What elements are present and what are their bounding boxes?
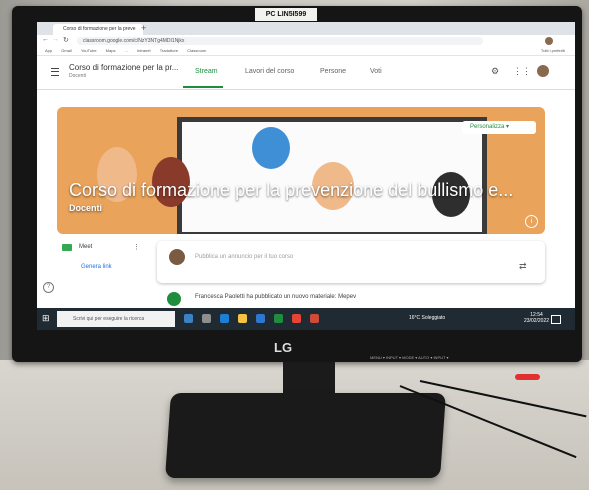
bookmark-item[interactable]: Classroom: [187, 48, 206, 53]
task-view-icon[interactable]: [184, 314, 193, 323]
monitor-logo: LG: [274, 340, 293, 355]
stream-item[interactable]: Francesca Paoletti ha pubblicato un nuov…: [167, 292, 547, 308]
menu-icon[interactable]: [51, 68, 59, 76]
edge-icon[interactable]: [220, 314, 229, 323]
taskbar-app-icon[interactable]: [310, 314, 319, 323]
material-icon: [167, 292, 181, 306]
tab-grades[interactable]: Voti: [370, 68, 382, 75]
announcement-composer[interactable]: Pubblica un annuncio per il tuo corso ⇄: [157, 241, 545, 283]
back-icon[interactable]: ←: [42, 36, 49, 43]
customize-button[interactable]: Personalizza ▾: [462, 121, 536, 134]
reload-icon[interactable]: ↻: [63, 36, 69, 44]
browser-tab[interactable]: Corso di formazione per la preve: [53, 24, 143, 35]
meet-icon: [62, 244, 72, 251]
stream-item-text: Francesca Paoletti ha pubblicato un nuov…: [195, 294, 357, 300]
taskbar-app-icon[interactable]: [202, 314, 211, 323]
asset-sticker: PC LIN5I599: [255, 8, 317, 21]
tab-people[interactable]: Persone: [320, 68, 346, 75]
weather-widget[interactable]: 16°C Soleggiato: [409, 315, 445, 321]
bookmark-item[interactable]: Intranet: [137, 48, 151, 53]
bookmark-item[interactable]: Maps: [106, 48, 116, 53]
customize-label: Personalizza: [470, 124, 505, 130]
tab-classwork[interactable]: Lavori del corso: [245, 68, 294, 75]
monitor-screen: Corso di formazione per la preve + ← → ↻…: [37, 22, 575, 330]
apps-grid-icon[interactable]: ⋮⋮: [513, 65, 531, 77]
taskbar-clock[interactable]: 12:54 23/02/2022: [524, 312, 549, 324]
help-icon[interactable]: ?: [43, 282, 54, 293]
notification-icon[interactable]: [551, 315, 561, 324]
announcement-placeholder[interactable]: Pubblica un annuncio per il tuo corso: [195, 254, 293, 260]
more-options-icon[interactable]: ⋮: [133, 243, 140, 251]
classroom-header: Corso di formazione per la pr... Docenti…: [37, 56, 575, 90]
bookmark-item[interactable]: App: [45, 48, 52, 53]
bookmarks-bar: App Gmail YouTube Maps ... Intranet Trad…: [37, 47, 575, 56]
address-bar[interactable]: classroom.google.com/c/NzY3NTg4MDI1Njkx: [77, 37, 483, 45]
bookmark-item[interactable]: Gmail: [61, 48, 71, 53]
chrome-icon[interactable]: [292, 314, 301, 323]
monitor-stand-base: [165, 393, 446, 478]
browser-tabstrip: Corso di formazione per la preve +: [37, 22, 575, 35]
banner-subtitle: Docenti: [69, 203, 103, 213]
new-tab-icon[interactable]: +: [141, 23, 146, 33]
bookmark-item[interactable]: Tutti i preferiti: [541, 47, 565, 55]
monitor-controls: MENU ▾ INPUT ▾ MODE ▾ AUTO ▾ INPUT ▾: [370, 355, 449, 360]
classroom-icon[interactable]: [274, 314, 283, 323]
file-explorer-icon[interactable]: [238, 314, 247, 323]
info-icon[interactable]: i: [525, 215, 538, 228]
profile-avatar-icon[interactable]: [545, 37, 553, 45]
clock-date: 23/02/2022: [524, 318, 550, 324]
repost-icon[interactable]: ⇄: [519, 261, 527, 272]
bookmark-item[interactable]: ...: [125, 48, 128, 53]
windows-start-icon[interactable]: ⊞: [42, 314, 51, 323]
avatar: [169, 249, 185, 265]
generate-link-button[interactable]: Genera link: [81, 264, 112, 270]
store-icon[interactable]: [256, 314, 265, 323]
windows-taskbar: ⊞ Scrivi qui per eseguire la ricerca 16°…: [37, 308, 575, 330]
tab-stream[interactable]: Stream: [195, 68, 218, 75]
class-title[interactable]: Corso di formazione per la pr...: [69, 63, 179, 72]
forward-icon[interactable]: →: [52, 36, 59, 43]
bookmark-item[interactable]: Traduttore: [160, 48, 178, 53]
avatar[interactable]: [537, 65, 549, 77]
meet-card: Meet ⋮ Genera link: [57, 241, 149, 277]
banner-title: Corso di formazione per la prevenzione d…: [69, 180, 514, 200]
active-tab-indicator: [183, 86, 223, 88]
class-banner: Personalizza ▾ Corso di formazione per l…: [57, 107, 545, 234]
bookmark-item[interactable]: YouTube: [81, 48, 97, 53]
browser-toolbar: ← → ↻ classroom.google.com/c/NzY3NTg4MDI…: [37, 35, 575, 47]
meet-label: Meet: [79, 244, 93, 250]
red-led-light: [515, 374, 540, 380]
gear-icon[interactable]: ⚙: [489, 65, 501, 77]
class-subtitle: Docenti: [69, 73, 86, 79]
illustration-person: [252, 127, 290, 169]
taskbar-search-input[interactable]: Scrivi qui per eseguire la ricerca: [57, 311, 175, 327]
